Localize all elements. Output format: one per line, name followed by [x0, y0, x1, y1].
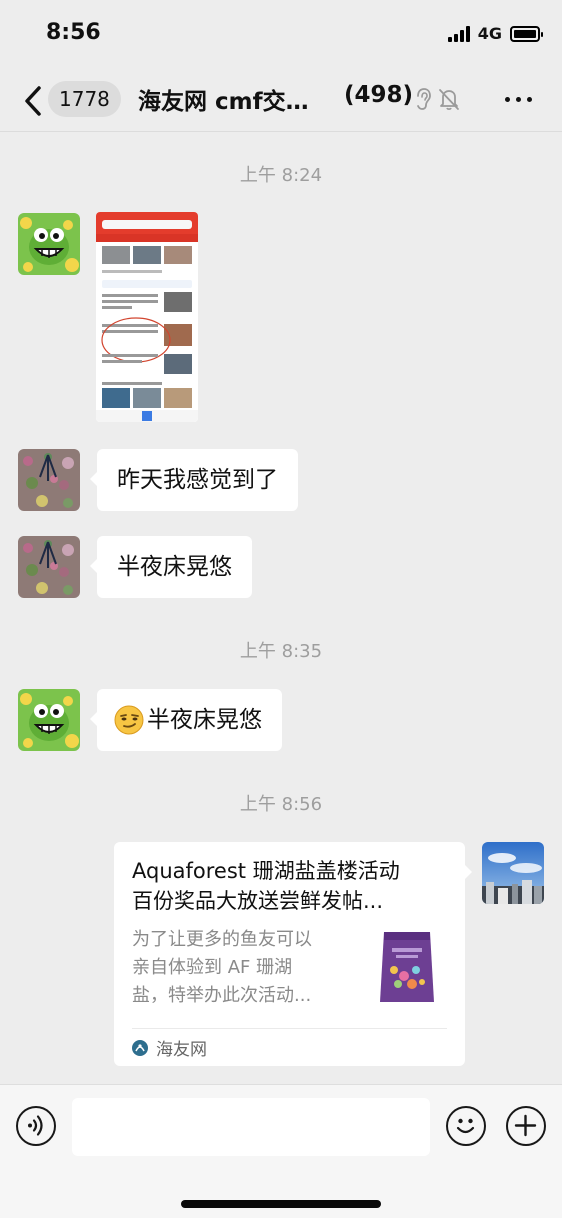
message-text: 半夜床晃悠	[147, 707, 262, 733]
source-logo-icon	[132, 1039, 148, 1056]
avatar[interactable]	[18, 689, 80, 751]
member-count: (498)	[344, 82, 414, 108]
my-avatar[interactable]	[482, 842, 544, 904]
link-card-desc-line: 亲自体验到 AF 珊湖	[132, 957, 293, 978]
link-card-description: 为了让更多的鱼友可以 亲自体验到 AF 珊湖 盐，特举办此次活动...	[132, 926, 352, 1010]
link-card-title-line: 百份奖品大放送尝鲜发帖...	[132, 889, 384, 913]
home-indicator[interactable]	[181, 1200, 381, 1208]
message-bubble[interactable]: 半夜床晃悠	[90, 536, 252, 598]
chat-title: 海友网 cmf交…	[138, 89, 309, 115]
link-card-desc-line: 为了让更多的鱼友可以	[132, 929, 312, 950]
message-bubble[interactable]: 半夜床晃悠	[90, 689, 282, 751]
status-time: 8:56	[46, 20, 101, 45]
avatar[interactable]	[18, 449, 80, 511]
input-bar	[0, 1084, 562, 1218]
ear-icon	[417, 88, 431, 110]
avatar[interactable]	[18, 213, 80, 275]
shared-screenshot-image[interactable]	[96, 212, 198, 422]
message-timestamp: 上午 8:24	[239, 165, 323, 186]
smirk-emoji-icon	[114, 705, 144, 735]
network-type: 4G	[477, 24, 502, 43]
ellipsis-icon[interactable]	[505, 97, 532, 102]
cellular-signal-icon	[447, 25, 470, 42]
voice-icon[interactable]	[16, 1106, 56, 1146]
link-card-desc-line: 盐，特举办此次活动...	[132, 985, 312, 1006]
status-indicators: 4G	[447, 24, 543, 43]
link-card[interactable]: Aquaforest 珊湖盐盖楼活动 百份奖品大放送尝鲜发帖... 为了让更多的…	[114, 842, 472, 1066]
bell-mute-icon	[439, 89, 459, 110]
message-bubble[interactable]: 昨天我感觉到了	[90, 449, 298, 511]
product-thumbnail-image	[370, 924, 444, 1008]
link-card-source: 海友网	[132, 1035, 207, 1060]
battery-icon	[510, 25, 543, 42]
link-card-title-line: Aquaforest 珊湖盐盖楼活动	[132, 859, 400, 883]
chat-header: 1778 海友网 cmf交… (498)	[0, 70, 562, 132]
link-card-title: Aquaforest 珊湖盐盖楼活动 百份奖品大放送尝鲜发帖...	[132, 856, 452, 916]
link-card-divider	[132, 1028, 447, 1029]
message-input[interactable]	[72, 1098, 430, 1156]
link-card-source-name: 海友网	[156, 1040, 207, 1060]
message-timestamp: 上午 8:56	[239, 794, 323, 815]
unread-count-badge[interactable]: 1778	[48, 81, 121, 117]
chevron-left-icon[interactable]	[20, 84, 50, 118]
plus-icon[interactable]	[506, 1106, 546, 1146]
status-bar: 8:56 4G	[0, 0, 562, 70]
message-timestamp: 上午 8:35	[239, 641, 323, 662]
avatar[interactable]	[18, 536, 80, 598]
emoji-icon[interactable]	[446, 1106, 486, 1146]
